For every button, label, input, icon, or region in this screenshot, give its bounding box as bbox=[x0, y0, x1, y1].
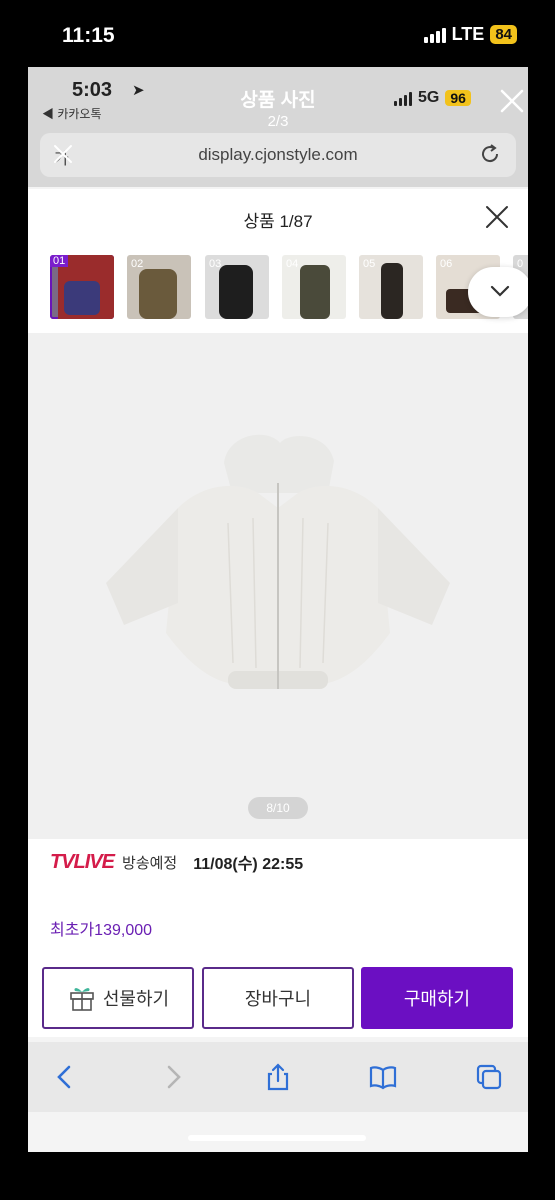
broadcast-status: 방송예정 bbox=[122, 854, 178, 872]
forward-chevron-icon[interactable] bbox=[158, 1062, 188, 1092]
gift-button[interactable]: 선물하기 bbox=[42, 967, 194, 1029]
product-image[interactable] bbox=[28, 333, 528, 839]
close-icon[interactable] bbox=[484, 204, 510, 230]
thumbnail-item[interactable]: 02 bbox=[127, 255, 191, 319]
cart-button[interactable]: 장바구니 bbox=[202, 967, 354, 1029]
expand-thumbnails-button[interactable] bbox=[468, 267, 528, 317]
thumbnail-item[interactable]: 04 bbox=[282, 255, 346, 319]
bookmarks-icon[interactable] bbox=[368, 1062, 398, 1092]
viewer-header: 5:03 ➤ ◀ 카카오톡 상품 사진 2/3 5G 96 가 display.… bbox=[28, 67, 528, 187]
thumbnail-item[interactable]: 05 bbox=[359, 255, 423, 319]
outer-status-time: 11:15 bbox=[62, 24, 115, 47]
battery-icon: 96 bbox=[445, 90, 471, 106]
tvlive-logo: TVLIVE bbox=[50, 850, 115, 873]
white-fur-jacket-image bbox=[106, 434, 450, 689]
viewer-page-indicator: 2/3 bbox=[267, 113, 289, 130]
broadcast-info: TVLIVE 방송예정 11/08(수) 22:55 bbox=[50, 850, 303, 874]
thumbnail-number: 05 bbox=[363, 258, 376, 270]
reload-icon[interactable] bbox=[478, 142, 502, 166]
thumbnail-number: 0 bbox=[517, 258, 524, 270]
buy-button[interactable]: 구매하기 bbox=[361, 967, 513, 1029]
screenshot-card: 5:03 ➤ ◀ 카카오톡 상품 사진 2/3 5G 96 가 display.… bbox=[28, 67, 528, 1152]
url-text[interactable]: display.cjonstyle.com bbox=[40, 145, 516, 165]
thumbnail-strip: 01 02 03 04 05 06 0 bbox=[50, 255, 528, 321]
thumbnail-number: 03 bbox=[209, 258, 222, 270]
share-icon[interactable] bbox=[263, 1062, 293, 1092]
cart-button-label: 장바구니 bbox=[244, 989, 312, 1009]
viewer-close-icon[interactable] bbox=[498, 87, 526, 115]
buy-button-label: 구매하기 bbox=[403, 989, 471, 1009]
home-indicator bbox=[188, 1135, 366, 1141]
thumbnail-item[interactable]: 03 bbox=[205, 255, 269, 319]
back-chevron-icon[interactable] bbox=[50, 1062, 80, 1092]
signal-icon bbox=[394, 90, 412, 106]
product-photo-panel: 상품 1/87 01 02 03 04 05 06 0 8/10 TVLIVE … bbox=[28, 189, 528, 1037]
battery-icon: 84 bbox=[490, 25, 517, 44]
thumbnail-number: 02 bbox=[131, 258, 144, 270]
image-counter-badge: 8/10 bbox=[248, 797, 308, 819]
thumbnail-item[interactable]: 01 bbox=[50, 255, 114, 319]
screen: 11:15 LTE 84 5:03 ➤ ◀ 카카오톡 상품 사진 2/3 5G … bbox=[0, 0, 555, 1200]
gift-button-label: 선물하기 bbox=[102, 989, 170, 1009]
tabs-icon[interactable] bbox=[474, 1062, 504, 1092]
address-bar[interactable]: 가 display.cjonstyle.com bbox=[40, 133, 516, 177]
thumbnail-number: 01 bbox=[50, 255, 69, 267]
gift-icon bbox=[70, 988, 94, 1011]
outer-network-label: LTE bbox=[451, 24, 485, 44]
inner-network-label: 5G bbox=[418, 89, 440, 106]
thumbnail-number: 04 bbox=[286, 258, 299, 270]
outer-status-indicators: LTE 84 bbox=[423, 24, 517, 45]
price-label: 최초가 bbox=[50, 922, 95, 939]
inner-status-indicators: 5G 96 bbox=[394, 89, 471, 107]
chevron-down-icon bbox=[490, 285, 510, 297]
broadcast-datetime: 11/08(수) 22:55 bbox=[193, 856, 304, 873]
price-info: 최초가 139,000 bbox=[50, 916, 152, 940]
signal-icon bbox=[423, 27, 446, 43]
browser-toolbar bbox=[28, 1042, 528, 1112]
thumbnail-number: 06 bbox=[440, 258, 453, 270]
price-value: 139,000 bbox=[94, 922, 153, 939]
panel-title: 상품 1/87 bbox=[243, 212, 313, 231]
